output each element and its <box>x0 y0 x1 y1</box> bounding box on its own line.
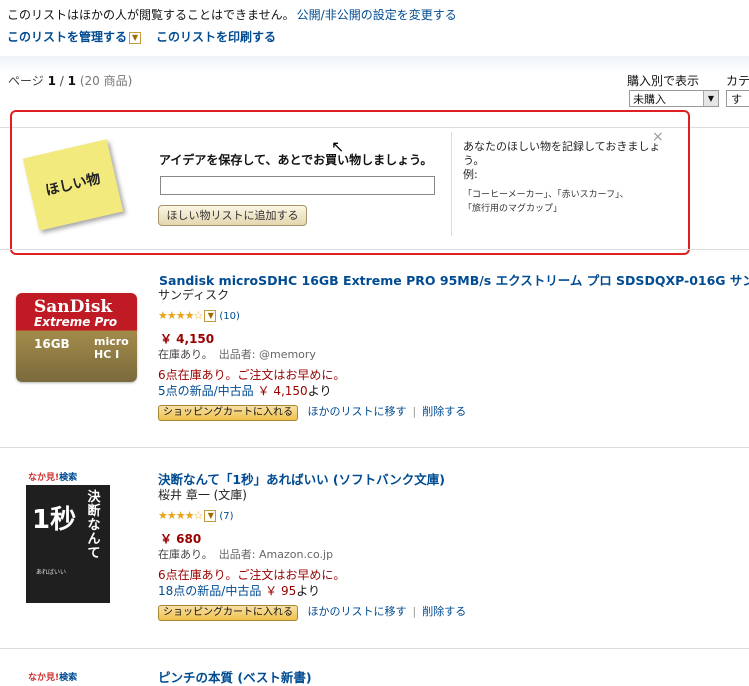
privacy-settings-link[interactable]: 公開/非公開の設定を変更する <box>297 8 457 22</box>
offers-link[interactable]: 18点の新品/中古品 <box>158 584 261 598</box>
book-title-big: 1秒 <box>32 505 77 535</box>
stars-icon: ★★★★☆ <box>158 509 203 522</box>
page-prefix: ページ <box>8 74 44 88</box>
close-icon[interactable]: × <box>652 129 664 145</box>
look-inside-b: 検索 <box>59 473 78 483</box>
move-to-list-link[interactable]: ほかのリストに移す <box>308 405 407 418</box>
add-to-cart-button[interactable]: ショッピングカートに入れる <box>158 605 298 621</box>
image-format: micro HC I <box>94 335 129 361</box>
review-count-link[interactable]: (7) <box>219 511 233 522</box>
add-to-wishlist-button[interactable]: ほしい物リストに追加する <box>158 205 307 226</box>
offers-price: ￥ 95 <box>265 584 297 598</box>
offers-line: 5点の新品/中古品 ￥ 4,150より <box>158 382 331 399</box>
item-actions: ショッピングカートに入れる ほかのリストに移す | 削除する <box>158 403 466 421</box>
delete-link[interactable]: 削除する <box>422 405 466 418</box>
stock-status: 在庫あり。 <box>158 348 213 361</box>
sort-label: 購入別で表示 <box>627 74 700 88</box>
image-line: Extreme Pro <box>34 315 118 329</box>
help-examples-1: 「コーヒーメーカー」、「赤いスカーフ」、 <box>463 190 629 200</box>
item-count: (20 商品) <box>79 74 133 88</box>
look-inside-b: 検索 <box>59 673 78 683</box>
move-to-list-link[interactable]: ほかのリストに移す <box>308 605 407 618</box>
review-count-link[interactable]: (10) <box>219 311 240 322</box>
privacy-notice: このリストはほかの人が閲覧することはできません。 公開/非公開の設定を変更する <box>7 6 457 23</box>
product-brand: サンディスク <box>158 288 230 302</box>
chevron-down-icon[interactable]: ▼ <box>204 310 217 322</box>
stock-status: 在庫あり。 <box>158 548 213 561</box>
help-examples: 「コーヒーメーカー」、「赤いスカーフ」、 「旅行用のマグカップ」 <box>463 188 663 216</box>
quick-add-help: あなたのほしい物を記録しておきましょう。 例: 「コーヒーメーカー」、「赤いスカ… <box>463 140 663 216</box>
instock-notice: 6点在庫あり。ご注文はお早めに。 <box>158 568 346 582</box>
print-list-link[interactable]: このリストを印刷する <box>156 28 276 45</box>
item-actions: ショッピングカートに入れる ほかのリストに移す | 削除する <box>158 603 466 621</box>
stars-icon: ★★★★☆ <box>158 309 203 322</box>
category-select[interactable]: す <box>726 90 749 107</box>
offers-line: 18点の新品/中古品 ￥ 95より <box>158 582 320 599</box>
image-capacity: 16GB <box>34 337 70 351</box>
product-price: ￥ 680 <box>160 532 202 546</box>
page-current: 1 <box>47 74 56 88</box>
book-title-vertical: 決断なんて <box>87 490 101 561</box>
chevron-down-icon: ▼ <box>703 91 718 106</box>
product-price: ￥ 4,150 <box>160 332 215 346</box>
manage-list-label: このリストを管理する <box>7 30 128 44</box>
pagination: ページ 1 / 1 (20 商品) <box>8 72 132 89</box>
book-title-end: あればいい <box>36 569 67 576</box>
separator: | <box>412 605 417 618</box>
star-rating[interactable]: ★★★★☆ ▼ (7) <box>158 509 233 522</box>
chevron-down-icon: ▼ <box>129 31 142 44</box>
purchase-filter-select[interactable]: 未購入 ▼ <box>629 90 719 107</box>
offers-suffix: より <box>307 384 332 398</box>
quick-add-input[interactable] <box>160 176 435 195</box>
star-rating[interactable]: ★★★★☆ ▼ (10) <box>158 309 240 322</box>
toolbar-band <box>0 56 749 72</box>
offers-suffix: より <box>296 584 321 598</box>
offers-link[interactable]: 5点の新品/中古品 <box>158 384 254 398</box>
divider <box>0 648 749 649</box>
separator: | <box>412 405 417 418</box>
mouse-cursor-icon: ↖ <box>331 137 345 156</box>
look-inside-a: なか見! <box>28 673 60 683</box>
image-brand: SanDisk <box>34 297 113 317</box>
instock-notice: 6点在庫あり。ご注文はお早めに。 <box>158 368 346 382</box>
quick-add-headline: アイデアを保存して、あとでお買い物しましょう。 <box>159 153 433 167</box>
purchase-filter-value: 未購入 <box>633 93 666 106</box>
help-line1: あなたのほしい物を記録しておきましょう。 <box>463 140 661 167</box>
product-title-link[interactable]: Sandisk microSDHC 16GB Extreme PRO 95MB/… <box>159 270 749 289</box>
look-inside-badge: なか見!検索 <box>28 470 77 483</box>
divider <box>0 447 749 448</box>
category-value: す <box>731 93 742 106</box>
divider <box>451 132 452 236</box>
divider <box>0 249 749 250</box>
product-image-book[interactable]: 決断なんて 1秒 あればいい <box>26 485 110 603</box>
stock-line: 在庫あり。 出品者: Amazon.co.jp <box>158 546 333 562</box>
help-line2: 例: <box>463 168 478 181</box>
add-to-cart-button[interactable]: ショッピングカートに入れる <box>158 405 298 421</box>
manage-list-menu[interactable]: このリストを管理する ▼ <box>7 28 142 45</box>
product-author: 桜井 章一 (文庫) <box>158 488 247 502</box>
category-label: カテ <box>726 74 749 88</box>
seller: 出品者: @memory <box>218 348 316 361</box>
page-total: 1 <box>67 74 77 88</box>
seller: 出品者: Amazon.co.jp <box>218 548 334 561</box>
delete-link[interactable]: 削除する <box>422 605 466 618</box>
look-inside-a: なか見! <box>28 473 60 483</box>
chevron-down-icon[interactable]: ▼ <box>204 510 217 522</box>
product-image-sdcard[interactable]: SanDisk Extreme Pro 16GB micro HC I <box>16 293 137 382</box>
page-sep: / <box>59 74 64 88</box>
stock-line: 在庫あり。 出品者: @memory <box>158 346 316 362</box>
help-examples-2: 「旅行用のマグカップ」 <box>463 204 563 214</box>
privacy-notice-text: このリストはほかの人が閲覧することはできません。 <box>7 8 295 22</box>
offers-price: ￥ 4,150 <box>257 384 308 398</box>
